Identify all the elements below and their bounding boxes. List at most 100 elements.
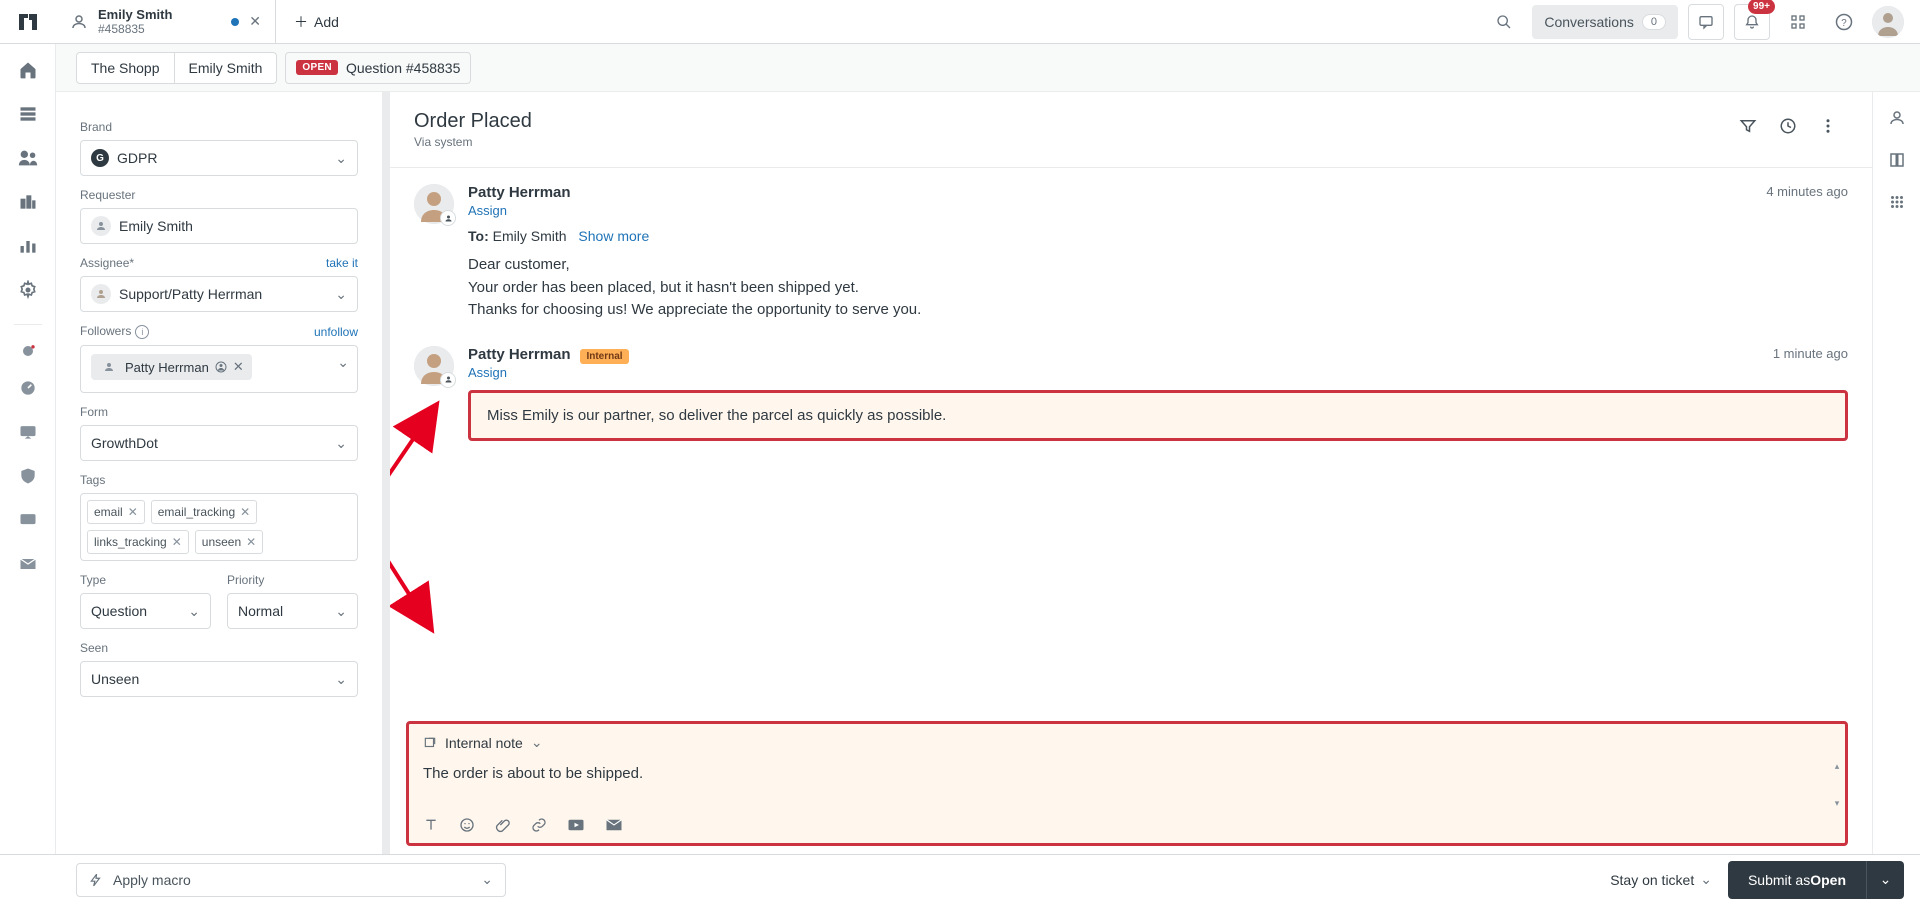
emoji-button[interactable] bbox=[459, 817, 475, 833]
search-button[interactable] bbox=[1486, 4, 1522, 40]
stay-label: Stay on ticket bbox=[1610, 872, 1694, 888]
email-button[interactable] bbox=[605, 818, 623, 832]
unsaved-indicator-icon bbox=[231, 18, 239, 26]
close-tab-button[interactable]: ✕ bbox=[249, 13, 261, 30]
chevron-down-icon: ⌄ bbox=[1880, 871, 1892, 888]
nav-app-2[interactable] bbox=[8, 368, 48, 408]
chevron-down-icon: ⌄ bbox=[1700, 871, 1712, 888]
take-it-link[interactable]: take it bbox=[326, 256, 358, 270]
scrollbar[interactable]: ▴▾ bbox=[1831, 761, 1843, 809]
events-button[interactable] bbox=[1772, 110, 1804, 142]
form-select[interactable]: GrowthDot ⌄ bbox=[80, 425, 358, 461]
assignee-select[interactable]: Support/Patty Herrman ⌄ bbox=[80, 276, 358, 312]
video-button[interactable] bbox=[567, 818, 585, 832]
notifications-button[interactable]: 99+ bbox=[1734, 4, 1770, 40]
message-timestamp: 4 minutes ago bbox=[1766, 184, 1848, 199]
apps-panel-button[interactable] bbox=[1885, 190, 1909, 214]
profile-avatar[interactable] bbox=[1872, 6, 1904, 38]
assign-link[interactable]: Assign bbox=[468, 203, 507, 218]
help-button[interactable]: ? bbox=[1826, 4, 1862, 40]
requester-select[interactable]: Emily Smith bbox=[80, 208, 358, 244]
nav-app-6[interactable] bbox=[8, 544, 48, 584]
author-avatar bbox=[414, 184, 454, 224]
priority-select[interactable]: Normal ⌄ bbox=[227, 593, 358, 629]
user-context-button[interactable] bbox=[1885, 106, 1909, 130]
apply-macro-button[interactable]: Apply macro ⌄ bbox=[76, 863, 506, 897]
followers-box[interactable]: Patty Herrman ✕ ⌄ bbox=[80, 345, 358, 393]
apps-button[interactable] bbox=[1780, 4, 1816, 40]
seen-select[interactable]: Unseen ⌄ bbox=[80, 661, 358, 697]
message-internal: Patty Herrman Internal Assign 1 minute a… bbox=[414, 346, 1848, 441]
nav-customers[interactable] bbox=[8, 138, 48, 178]
nav-app-1[interactable] bbox=[8, 324, 48, 364]
link-button[interactable] bbox=[531, 817, 547, 833]
sparkle-icon bbox=[18, 341, 38, 361]
submit-button[interactable]: Submit as Open bbox=[1728, 861, 1866, 899]
nav-app-4[interactable] bbox=[8, 456, 48, 496]
home-icon bbox=[18, 60, 38, 80]
nav-reporting[interactable] bbox=[8, 226, 48, 266]
composer-mode-label[interactable]: Internal note bbox=[445, 735, 523, 751]
follower-pill: Patty Herrman ✕ bbox=[91, 354, 252, 380]
info-icon: i bbox=[135, 325, 149, 339]
link-icon bbox=[531, 817, 547, 833]
popout-icon[interactable] bbox=[423, 736, 437, 750]
nav-admin[interactable] bbox=[8, 270, 48, 310]
more-vertical-icon bbox=[1819, 117, 1837, 135]
remove-tag-button[interactable]: ✕ bbox=[240, 505, 250, 519]
stay-on-ticket-button[interactable]: Stay on ticket ⌄ bbox=[1594, 855, 1728, 904]
nav-app-5[interactable] bbox=[8, 500, 48, 540]
attach-button[interactable] bbox=[495, 817, 511, 833]
nav-organizations[interactable] bbox=[8, 182, 48, 222]
notification-badge: 99+ bbox=[1748, 0, 1775, 14]
person-icon bbox=[91, 284, 111, 304]
show-more-link[interactable]: Show more bbox=[578, 228, 649, 244]
message-author: Patty Herrman bbox=[468, 346, 571, 363]
filter-button[interactable] bbox=[1732, 110, 1764, 142]
remove-follower-button[interactable]: ✕ bbox=[233, 359, 244, 375]
text-icon bbox=[423, 817, 439, 833]
chat-button[interactable] bbox=[1688, 4, 1724, 40]
chevron-down-icon[interactable]: ⌄ bbox=[531, 734, 543, 751]
brand-label: Brand bbox=[80, 120, 112, 134]
assign-link[interactable]: Assign bbox=[468, 365, 507, 380]
submit-dropdown-button[interactable]: ⌄ bbox=[1866, 861, 1904, 899]
seen-value: Unseen bbox=[91, 671, 139, 687]
shield-icon bbox=[18, 466, 38, 486]
avatar-icon bbox=[1872, 6, 1904, 38]
chevron-down-icon: ⌄ bbox=[188, 603, 200, 620]
priority-value: Normal bbox=[238, 603, 283, 619]
chevron-down-icon: ⌄ bbox=[337, 354, 349, 371]
clock-icon bbox=[1779, 117, 1797, 135]
nav-home[interactable] bbox=[8, 50, 48, 90]
ticket-title: Question #458835 bbox=[346, 60, 460, 76]
author-avatar bbox=[414, 346, 454, 386]
breadcrumb-org[interactable]: The Shopp bbox=[77, 53, 175, 83]
workspace-tab[interactable]: Emily Smith #458835 ✕ bbox=[56, 0, 276, 43]
remove-tag-button[interactable]: ✕ bbox=[172, 535, 182, 549]
composer-textarea[interactable]: The order is about to be shipped. ▴▾ bbox=[409, 761, 1845, 809]
chevron-down-icon: ⌄ bbox=[481, 871, 493, 888]
add-tab-button[interactable]: ＋ Add bbox=[276, 0, 357, 43]
breadcrumb-user[interactable]: Emily Smith bbox=[175, 53, 277, 83]
lightning-icon bbox=[89, 873, 103, 887]
app-logo[interactable] bbox=[0, 0, 56, 43]
brand-select[interactable]: GGDPR ⌄ bbox=[80, 140, 358, 176]
knowledge-button[interactable] bbox=[1885, 148, 1909, 172]
unfollow-link[interactable]: unfollow bbox=[314, 325, 358, 339]
remove-tag-button[interactable]: ✕ bbox=[128, 505, 138, 519]
priority-label: Priority bbox=[227, 573, 264, 587]
remove-tag-button[interactable]: ✕ bbox=[246, 535, 256, 549]
type-select[interactable]: Question ⌄ bbox=[80, 593, 211, 629]
person-badge-icon bbox=[215, 361, 227, 373]
text-format-button[interactable] bbox=[423, 817, 439, 833]
conversations-label: Conversations bbox=[1544, 14, 1634, 30]
conversations-count: 0 bbox=[1642, 14, 1666, 30]
more-actions-button[interactable] bbox=[1812, 110, 1844, 142]
conversations-button[interactable]: Conversations 0 bbox=[1532, 5, 1678, 39]
nav-app-3[interactable] bbox=[8, 412, 48, 452]
add-label: Add bbox=[314, 14, 339, 30]
nav-views[interactable] bbox=[8, 94, 48, 134]
tags-input[interactable]: email✕ email_tracking✕ links_tracking✕ u… bbox=[80, 493, 358, 561]
search-icon bbox=[1496, 14, 1512, 30]
